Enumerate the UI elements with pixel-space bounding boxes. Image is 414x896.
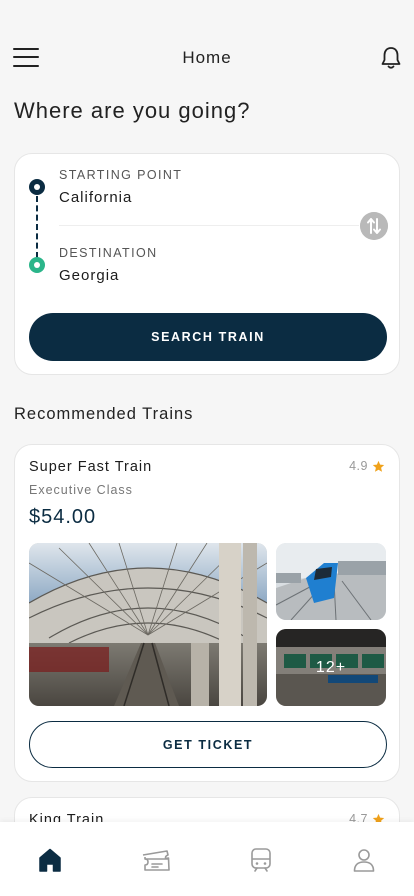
field-divider bbox=[59, 225, 359, 226]
swap-vertical-icon[interactable] bbox=[360, 212, 388, 240]
train-icon bbox=[251, 848, 271, 872]
bell-icon[interactable] bbox=[380, 46, 402, 70]
station-photo-main[interactable] bbox=[29, 543, 267, 706]
destination-label: DESTINATION bbox=[59, 246, 158, 260]
train-class: Executive Class bbox=[29, 483, 133, 497]
star-icon bbox=[372, 460, 385, 472]
start-point-marker-icon bbox=[29, 179, 45, 195]
more-photos-count: 12+ bbox=[276, 629, 386, 706]
train-card[interactable]: Super Fast Train 4.9 Executive Class $54… bbox=[14, 444, 400, 782]
top-bar: Home bbox=[0, 40, 414, 76]
nav-trains[interactable] bbox=[245, 846, 277, 874]
nav-home[interactable] bbox=[34, 846, 66, 874]
where-going-heading: Where are you going? bbox=[14, 98, 251, 123]
route-search-card: STARTING POINT California DESTINATION Ge… bbox=[14, 153, 400, 375]
starting-point-input[interactable]: California bbox=[59, 189, 132, 206]
bottom-navigation bbox=[0, 822, 414, 896]
train-price: $54.00 bbox=[29, 506, 97, 528]
destination-input[interactable]: Georgia bbox=[59, 267, 119, 284]
search-train-button[interactable]: SEARCH TRAIN bbox=[29, 313, 387, 361]
platform-photo-more[interactable]: 12+ bbox=[276, 629, 386, 706]
profile-icon bbox=[353, 849, 375, 872]
destination-marker-icon bbox=[29, 257, 45, 273]
metro-train-image bbox=[276, 543, 386, 620]
starting-point-label: STARTING POINT bbox=[59, 168, 183, 182]
recommended-trains-heading: Recommended Trains bbox=[14, 405, 194, 423]
ticket-icon bbox=[142, 850, 170, 871]
get-ticket-button[interactable]: GET TICKET bbox=[29, 721, 387, 768]
train-rating: 4.9 bbox=[349, 459, 385, 473]
home-icon bbox=[39, 848, 61, 872]
page-title: Home bbox=[182, 48, 232, 67]
nav-profile[interactable] bbox=[348, 846, 380, 874]
train-name: Super Fast Train bbox=[29, 459, 153, 475]
nav-tickets[interactable] bbox=[140, 846, 172, 874]
station-interior-image bbox=[29, 543, 267, 706]
rating-value: 4.9 bbox=[349, 459, 368, 473]
metro-train-photo[interactable] bbox=[276, 543, 386, 620]
route-connector-line bbox=[36, 196, 38, 258]
